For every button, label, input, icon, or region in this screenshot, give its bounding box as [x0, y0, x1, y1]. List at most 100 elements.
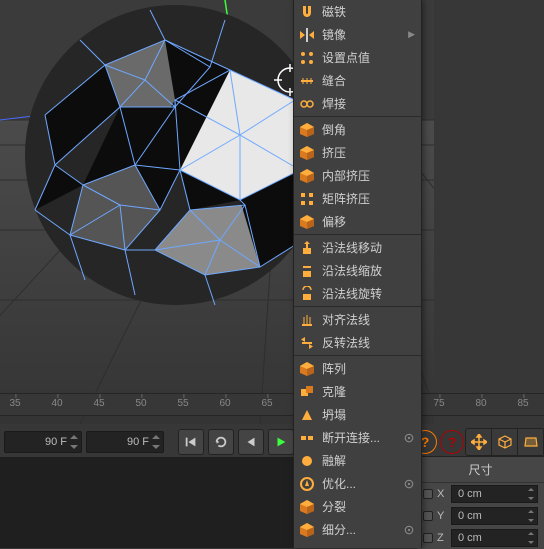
- menu-item-nrot[interactable]: 沿法线旋转: [294, 282, 421, 305]
- submenu-arrow-icon: ▶: [408, 29, 415, 40]
- split-icon: [298, 498, 316, 516]
- menu-label: 焊接: [322, 95, 346, 112]
- plane-tool[interactable]: [518, 429, 544, 455]
- menu-separator: [294, 355, 421, 356]
- bevel-icon: [298, 121, 316, 139]
- frame-start-field[interactable]: 90 F: [4, 431, 82, 453]
- axis-z-label: Z: [437, 532, 447, 544]
- menu-item-disconnect[interactable]: 断开连接...: [294, 426, 421, 449]
- menu-item-mirror[interactable]: 镜像▶: [294, 23, 421, 46]
- menu-item-setpoint[interactable]: 设置点值: [294, 46, 421, 69]
- menu-item-stitch[interactable]: 缝合: [294, 69, 421, 92]
- menu-label: 沿法线旋转: [322, 285, 382, 302]
- gear-icon[interactable]: [403, 432, 415, 444]
- nrot-icon: [298, 285, 316, 303]
- menu-label: 对齐法线: [322, 311, 370, 328]
- menu-label: 矩阵挤压: [322, 190, 370, 207]
- menu-item-clone[interactable]: 克隆: [294, 380, 421, 403]
- frame-end-field[interactable]: 90 F: [86, 431, 164, 453]
- nscale-icon: [298, 262, 316, 280]
- menu-label: 内部挤压: [322, 167, 370, 184]
- collapse-icon: [298, 406, 316, 424]
- goto-start-button[interactable]: [178, 429, 204, 455]
- menu-label: 克隆: [322, 383, 346, 400]
- move-tool[interactable]: [466, 429, 492, 455]
- nmove-icon: [298, 239, 316, 257]
- extrude-icon: [298, 144, 316, 162]
- mirror-icon: [298, 26, 316, 44]
- menu-item-align[interactable]: 对齐法线: [294, 308, 421, 331]
- menu-item-array[interactable]: 阵列: [294, 357, 421, 380]
- cube-tool[interactable]: [492, 429, 518, 455]
- menu-item-inner[interactable]: 内部挤压: [294, 164, 421, 187]
- menu-item-magnet[interactable]: 磁铁: [294, 0, 421, 23]
- menu-label: 反转法线: [322, 334, 370, 351]
- menu-item-melt[interactable]: 融解: [294, 449, 421, 472]
- menu-item-collapse[interactable]: 坍塌: [294, 403, 421, 426]
- melt-icon: [298, 452, 316, 470]
- play-button[interactable]: [268, 429, 294, 455]
- menu-item-nscale[interactable]: 沿法线缩放: [294, 259, 421, 282]
- tick: 50: [135, 398, 146, 409]
- optimize-icon: [298, 475, 316, 493]
- size-x-field[interactable]: 0 cm: [451, 485, 538, 503]
- tick: 45: [93, 398, 104, 409]
- attr-title: 尺寸: [417, 457, 544, 483]
- menu-item-split[interactable]: 分裂: [294, 495, 421, 518]
- attribute-panel: 尺寸 X 0 cm Y 0 cm Z 0 cm: [417, 456, 544, 549]
- menu-item-subdivide[interactable]: 细分...: [294, 518, 421, 541]
- menu-label: 分裂: [322, 498, 346, 515]
- weld-icon: [298, 95, 316, 113]
- gear-icon[interactable]: [403, 478, 415, 490]
- menu-item-nmove[interactable]: 沿法线移动: [294, 236, 421, 259]
- mesh-object[interactable]: [25, 5, 325, 305]
- tick: 65: [261, 398, 272, 409]
- menu-separator: [294, 234, 421, 235]
- tick: 40: [51, 398, 62, 409]
- axis-y-label: Y: [437, 510, 447, 522]
- menu-item-optimize[interactable]: 优化...: [294, 472, 421, 495]
- tick: 80: [475, 398, 486, 409]
- key-dot-y[interactable]: [423, 511, 433, 521]
- menu-label: 缝合: [322, 72, 346, 89]
- menu-label: 设置点值: [322, 49, 370, 66]
- menu-separator: [294, 116, 421, 117]
- menu-label: 挤压: [322, 144, 346, 161]
- magnet-icon: [298, 3, 316, 21]
- menu-label: 细分...: [322, 521, 356, 538]
- menu-separator: [294, 306, 421, 307]
- menu-item-bevel[interactable]: 倒角: [294, 118, 421, 141]
- timeline-ruler[interactable]: 35404550556065758085: [0, 393, 544, 416]
- menu-item-matrix[interactable]: 矩阵挤压: [294, 187, 421, 210]
- menu-item-offset[interactable]: 偏移: [294, 210, 421, 233]
- array-icon: [298, 360, 316, 378]
- menu-item-weld[interactable]: 焊接: [294, 92, 421, 115]
- gear-icon[interactable]: [403, 524, 415, 536]
- size-y-field[interactable]: 0 cm: [451, 507, 538, 525]
- menu-item-flip[interactable]: 反转法线: [294, 331, 421, 354]
- report-button[interactable]: ?: [440, 430, 464, 454]
- key-dot-z[interactable]: [423, 533, 433, 543]
- prev-frame-button[interactable]: [238, 429, 264, 455]
- loop-button[interactable]: [208, 429, 234, 455]
- menu-label: 倒角: [322, 121, 346, 138]
- menu-label: 融解: [322, 452, 346, 469]
- size-z-field[interactable]: 0 cm: [451, 529, 538, 547]
- menu-label: 优化...: [322, 475, 356, 492]
- tick: 55: [177, 398, 188, 409]
- menu-label: 沿法线缩放: [322, 262, 382, 279]
- menu-label: 沿法线移动: [322, 239, 382, 256]
- tick: 75: [433, 398, 444, 409]
- menu-label: 磁铁: [322, 3, 346, 20]
- subdivide-icon: [298, 521, 316, 539]
- clone-icon: [298, 383, 316, 401]
- disconnect-icon: [298, 429, 316, 447]
- tick: 85: [517, 398, 528, 409]
- axis-x-label: X: [437, 488, 447, 500]
- stitch-icon: [298, 72, 316, 90]
- menu-item-extrude[interactable]: 挤压: [294, 141, 421, 164]
- setpoint-icon: [298, 49, 316, 67]
- key-dot-x[interactable]: [423, 489, 433, 499]
- flip-icon: [298, 334, 316, 352]
- tick: 60: [219, 398, 230, 409]
